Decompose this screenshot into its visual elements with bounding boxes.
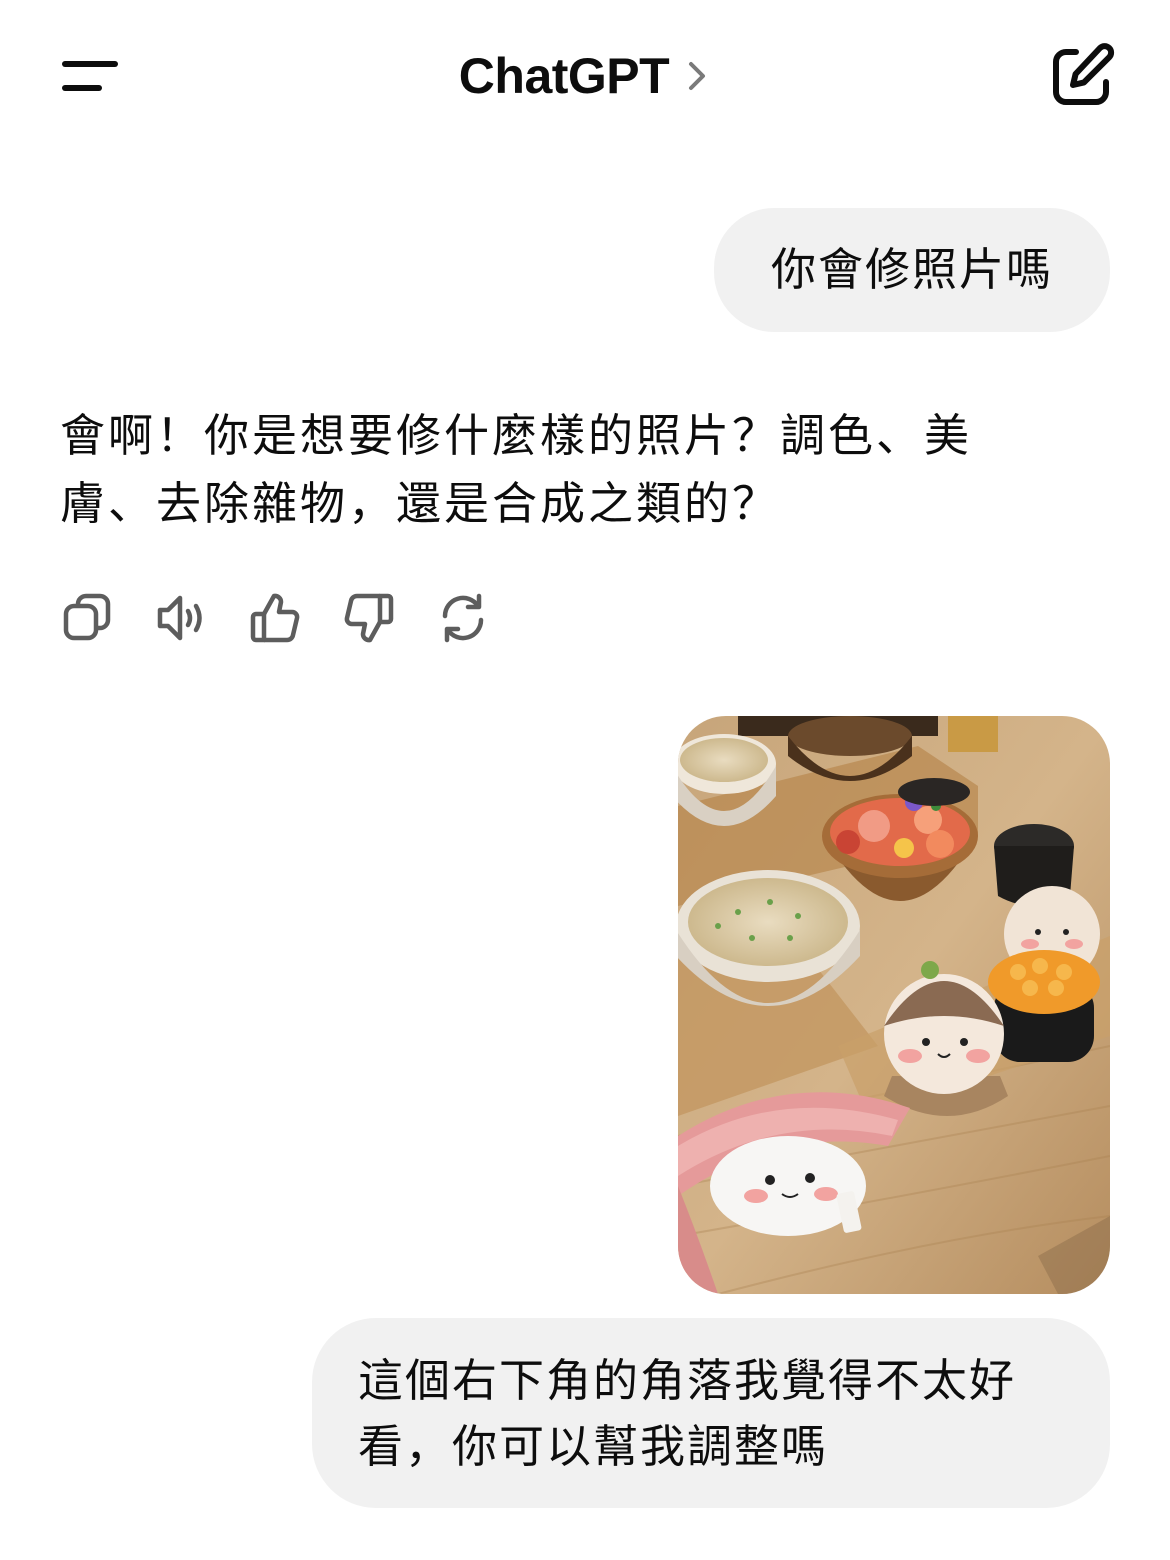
top-bar: ChatGPT [0,0,1170,150]
model-selector[interactable]: ChatGPT [0,44,1170,108]
regenerate-icon [442,593,484,643]
read-aloud-button[interactable] [154,590,208,646]
read-aloud-icon [157,595,202,641]
thumbs-down-button[interactable] [342,590,396,646]
thumbs-down-icon [344,593,394,643]
user-message-bubble: 這個右下角的角落我覺得不太好 看，你可以幫我調整嗎 [312,1318,1110,1508]
message-actions [60,590,490,646]
thumbs-up-icon [250,593,300,643]
chevron-right-icon [689,62,706,90]
uploaded-photo[interactable] [678,716,1110,1294]
copy-icon [63,593,111,641]
app-title: ChatGPT [458,48,670,104]
user-message-bubble: 你會修照片嗎 [714,208,1110,332]
food-photo-image [678,716,1110,1294]
user-message-line: 看，你可以幫我調整嗎 [358,1420,829,1473]
thumbs-up-button[interactable] [248,590,302,646]
user-message-line: 這個右下角的角落我覺得不太好 [358,1354,1017,1407]
assistant-message-line: 膚、去除雜物，還是合成之類的？ [60,477,781,530]
user-message-text: 你會修照片嗎 [770,243,1053,296]
assistant-message: 會啊！你是想要修什麼樣的照片？調色、美 膚、去除雜物，還是合成之類的？ [60,402,1050,538]
assistant-message-line: 會啊！你是想要修什麼樣的照片？調色、美 [60,409,973,462]
new-chat-icon [1053,43,1115,105]
regenerate-button[interactable] [436,590,490,646]
copy-button[interactable] [60,590,114,646]
new-chat-button[interactable] [1040,36,1122,118]
